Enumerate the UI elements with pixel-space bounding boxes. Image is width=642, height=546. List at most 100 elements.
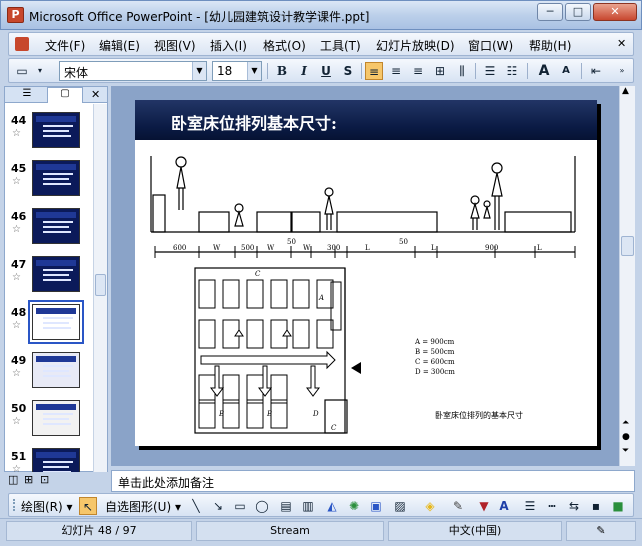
rectangle-icon[interactable]: ▭ (231, 497, 249, 515)
spelling-status-icon[interactable]: ✎ (566, 521, 636, 541)
slide-thumbnail[interactable] (28, 300, 84, 344)
panel-close-button[interactable]: ✕ (91, 88, 100, 101)
slide-thumbnail[interactable] (32, 352, 80, 388)
chevron-down-icon[interactable]: ▼ (247, 62, 261, 80)
fill-color-icon[interactable]: ◈ (421, 497, 439, 515)
bed-shape (291, 211, 321, 233)
slide-thumbnail[interactable] (32, 400, 80, 436)
menu-view[interactable]: 视图(V) (154, 37, 196, 54)
menu-slideshow[interactable]: 幻灯片放映(D) (376, 37, 455, 54)
scrollbar-thumb[interactable] (95, 274, 106, 296)
oval-icon[interactable]: ◯ (253, 497, 271, 515)
menu-tools[interactable]: 工具(T) (320, 37, 361, 54)
slides-tab-icon[interactable]: ▢ (47, 87, 83, 103)
autoshapes-menu-button[interactable]: 自选图形(U) ▾ (105, 498, 181, 515)
title-bar: P Microsoft Office PowerPoint - [幼儿园建筑设计… (0, 0, 642, 30)
wordart-icon[interactable]: ◭ (323, 497, 341, 515)
menu-insert[interactable]: 插入(I) (210, 37, 247, 54)
slide-thumbnail[interactable] (32, 112, 80, 148)
select-browse-icon[interactable]: ● (622, 432, 630, 442)
line-color-icon[interactable]: ✎ (449, 497, 467, 515)
dash-style-icon[interactable]: ┅ (543, 497, 561, 515)
menu-file[interactable]: 文件(F) (45, 37, 85, 54)
underline-button[interactable]: U (317, 62, 335, 80)
menu-help[interactable]: 帮助(H) (529, 37, 571, 54)
maximize-button[interactable]: □ (565, 3, 591, 21)
panel-scrollbar[interactable] (93, 104, 107, 472)
draw-menu-button[interactable]: 绘图(R) ▾ (21, 498, 73, 515)
shadow-style-icon[interactable]: ▪ (587, 497, 605, 515)
shadow-button[interactable]: S (339, 62, 357, 80)
slide-thumbnail[interactable] (32, 160, 80, 196)
menu-window[interactable]: 窗口(W) (468, 37, 513, 54)
chevron-down-icon[interactable]: ▼ (192, 62, 206, 80)
transition-star-icon: ☆ (12, 272, 21, 283)
slide-title[interactable]: 卧室床位排列基本尺寸: (171, 110, 337, 134)
textbox-icon[interactable]: ▤ (277, 497, 295, 515)
current-slide[interactable]: 卧室床位排列基本尺寸: 600 W 500 W 50 W 300 L 50 L … (135, 100, 597, 446)
bullets-icon[interactable]: ☷ (503, 62, 521, 80)
vertical-scrollbar[interactable]: ▲ ⏶ ● ⏷ (619, 86, 635, 466)
numbering-icon[interactable]: ☰ (481, 62, 499, 80)
entry-arrow (351, 362, 361, 374)
align-left-icon[interactable]: ≡ (365, 62, 383, 80)
menu-format[interactable]: 格式(O) (263, 37, 306, 54)
menu-edit[interactable]: 编辑(E) (99, 37, 140, 54)
italic-button[interactable]: I (295, 62, 313, 80)
plan-bed (198, 279, 216, 309)
document-icon[interactable] (15, 37, 29, 51)
notes-pane[interactable]: 单击此处添加备注 (111, 470, 635, 492)
select-pointer-icon[interactable]: ↖ (79, 497, 97, 515)
font-size-combo[interactable]: 18 ▼ (212, 61, 262, 81)
slides-panel: ☰ ▢ ✕ 44 ☆ 45 ☆ 46 ☆ 47 ☆ 48 ☆ 49 ☆ 50 ☆ 51 ☆ (4, 86, 108, 472)
line-style-icon[interactable]: ☰ (521, 497, 539, 515)
arrow-style-icon[interactable]: ⇆ (565, 497, 583, 515)
line-icon[interactable]: ╲ (187, 497, 205, 515)
vertical-text-icon[interactable]: ⫼ (453, 62, 471, 80)
bold-button[interactable]: B (273, 62, 291, 80)
new-document-icon[interactable]: ▭ (13, 62, 31, 80)
slide-thumbnail[interactable] (32, 448, 80, 472)
child-figure (234, 209, 244, 227)
vertical-textbox-icon[interactable]: ▥ (299, 497, 317, 515)
3d-style-icon[interactable]: ■ (609, 497, 627, 515)
diagram-icon[interactable]: ✺ (345, 497, 363, 515)
design-template-status: Stream (196, 521, 384, 541)
sorter-view-icon[interactable]: ⊞ (24, 473, 33, 486)
toolbar-overflow-icon[interactable]: » (613, 62, 631, 80)
toolbar-options-icon[interactable]: ▾ (31, 62, 49, 80)
picture-icon[interactable]: ▨ (391, 497, 409, 515)
scrollbar-thumb[interactable] (621, 236, 634, 256)
align-right-icon[interactable]: ≡ (409, 62, 427, 80)
scroll-up-icon[interactable]: ▲ (622, 86, 629, 96)
transition-star-icon: ☆ (12, 464, 21, 472)
font-color-icon[interactable]: ▼ (475, 497, 493, 515)
next-slide-icon[interactable]: ⏷ (622, 446, 629, 456)
normal-view-icon[interactable]: ◫ (8, 473, 18, 486)
plan-dimension-label: A (318, 294, 324, 302)
outline-tab-icon[interactable]: ☰ (9, 88, 45, 102)
plan-bed (222, 374, 240, 404)
font-name-combo[interactable]: 宋体 ▼ (59, 61, 207, 81)
notes-placeholder: 单击此处添加备注 (118, 476, 215, 490)
minimize-button[interactable]: ─ (537, 3, 563, 21)
grow-font-button[interactable]: A (535, 62, 553, 80)
font-color-a-icon[interactable]: A (495, 497, 513, 515)
prev-slide-icon[interactable]: ⏶ (622, 418, 629, 428)
slide-thumbnail[interactable] (32, 256, 80, 292)
decrease-indent-icon[interactable]: ⇤ (587, 62, 605, 80)
dimension-label: 50 (399, 238, 408, 246)
arrow-icon[interactable]: ↘ (209, 497, 227, 515)
slide-thumbnail[interactable] (32, 208, 80, 244)
align-center-icon[interactable]: ≡ (387, 62, 405, 80)
distribute-icon[interactable]: ⊞ (431, 62, 449, 80)
close-document-button[interactable]: ✕ (617, 37, 626, 50)
slide-number: 45 (11, 162, 27, 175)
close-button[interactable]: ✕ (593, 3, 637, 21)
panel-tabs: ☰ ▢ ✕ (5, 87, 107, 103)
clipart-icon[interactable]: ▣ (367, 497, 385, 515)
shrink-font-button[interactable]: A (557, 62, 575, 80)
thumbnail-list: 44 ☆ 45 ☆ 46 ☆ 47 ☆ 48 ☆ 49 ☆ 50 ☆ 51 ☆ (5, 104, 93, 472)
dimension-label: L (365, 244, 370, 252)
slideshow-view-icon[interactable]: ⊡ (40, 473, 49, 486)
